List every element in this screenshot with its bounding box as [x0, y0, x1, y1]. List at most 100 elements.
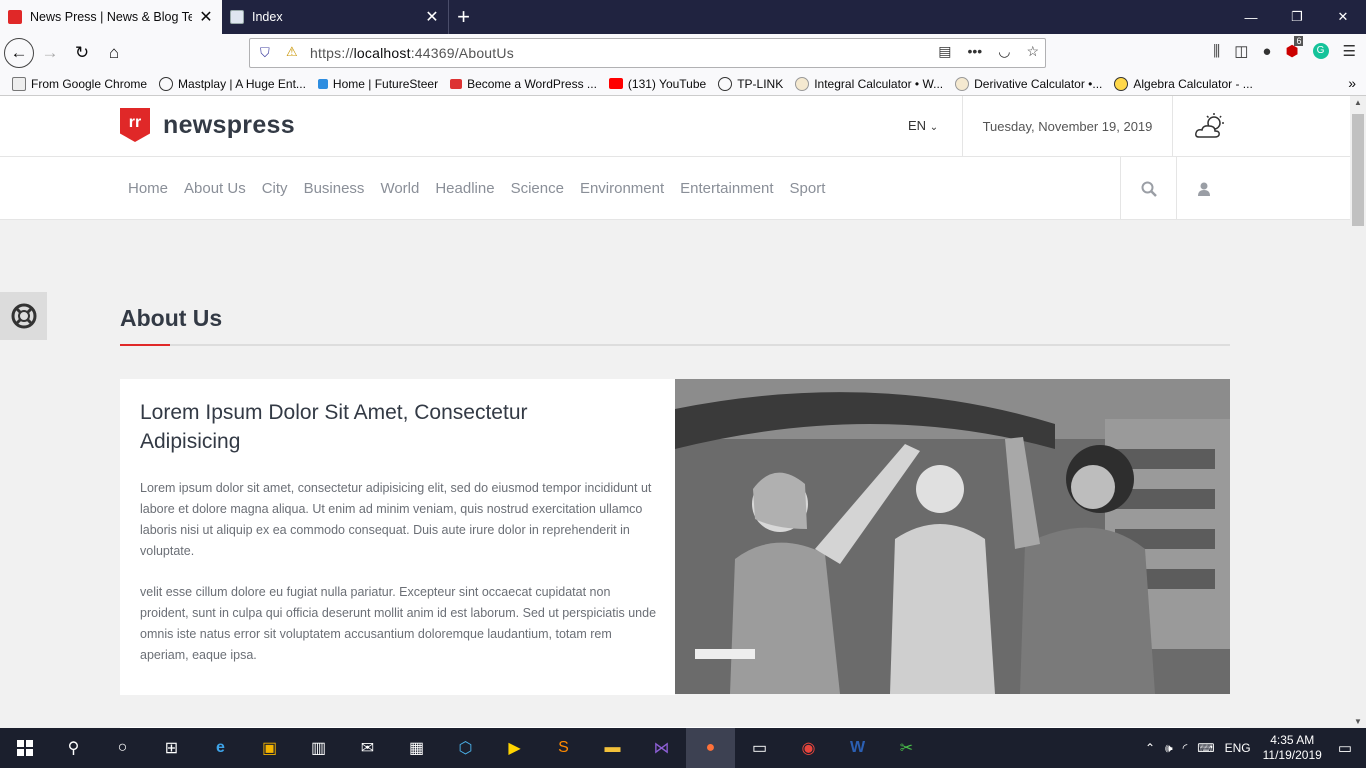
more-bookmarks-icon[interactable]: » — [1348, 75, 1356, 91]
user-button[interactable] — [1177, 157, 1231, 220]
back-button[interactable]: ← — [4, 38, 34, 68]
scroll-down-icon[interactable]: ▼ — [1354, 717, 1362, 726]
tab-title: Index — [252, 10, 283, 24]
search-button[interactable] — [1120, 157, 1177, 220]
bookmark-item[interactable]: (131) YouTube — [608, 77, 706, 91]
adblock-icon[interactable]: ⬢ 6 — [1285, 36, 1304, 60]
clock-time: 4:35 AM — [1270, 733, 1315, 747]
chrome-icon[interactable]: ◉ — [784, 728, 833, 768]
keyboard-icon[interactable]: ⌨ — [1197, 741, 1214, 755]
nav-world[interactable]: World — [380, 180, 419, 197]
page-scrollbar[interactable]: ▲ ▼ — [1350, 96, 1366, 728]
menu-icon[interactable]: ☰ — [1343, 42, 1356, 60]
bookmark-item[interactable]: Algebra Calculator - ... — [1114, 76, 1253, 91]
nav-headline[interactable]: Headline — [435, 180, 494, 197]
minimize-button[interactable]: — — [1228, 0, 1274, 34]
about-card: Lorem Ipsum Dolor Sit Amet, Consectetur … — [120, 379, 675, 695]
sublime-icon[interactable]: S — [539, 728, 588, 768]
store-icon[interactable]: ▣ — [245, 728, 294, 768]
show-hidden-icons-icon[interactable]: ⌃ — [1145, 741, 1155, 755]
remote-desktop-icon[interactable]: ▭ — [735, 728, 784, 768]
bookmark-item[interactable]: Home | FutureSteer — [317, 77, 438, 91]
snipping-tool-icon[interactable]: ✂ — [882, 728, 931, 768]
calculator-icon — [795, 76, 810, 91]
word-icon[interactable]: W — [833, 728, 882, 768]
bookmark-item[interactable]: TP-LINK — [718, 76, 783, 91]
browser-nav-bar: ← → ↻ ⌂ ⛉ ⚠ https://localhost:44369/Abou… — [0, 34, 1366, 72]
home-button[interactable]: ⌂ — [98, 37, 130, 69]
warning-lock-icon[interactable]: ⚠ — [286, 44, 298, 60]
close-window-button[interactable]: ✕ — [1320, 0, 1366, 34]
about-heading: Lorem Ipsum Dolor Sit Amet, Consectetur … — [140, 401, 528, 453]
forward-button[interactable]: → — [34, 37, 66, 69]
site-logo[interactable]: rr newspress — [120, 108, 295, 142]
bookmark-item[interactable]: Integral Calculator • W... — [795, 76, 943, 91]
bookmark-item[interactable]: Mastplay | A Huge Ent... — [159, 76, 306, 91]
nav-entertainment[interactable]: Entertainment — [680, 180, 773, 197]
notifications-icon[interactable]: ▭ — [1338, 739, 1352, 757]
bookmark-item[interactable]: Become a WordPress ... — [450, 77, 597, 91]
tab-index[interactable]: Index ✕ — [222, 0, 448, 34]
visual-studio-icon[interactable]: ⋈ — [637, 728, 686, 768]
nav-science[interactable]: Science — [511, 180, 564, 197]
browser-tab-bar: News Press | News & Blog Temp ✕ Index ✕ … — [0, 0, 1366, 34]
bookmark-item[interactable]: Derivative Calculator •... — [955, 76, 1102, 91]
volume-icon[interactable]: 🕪 — [1165, 741, 1173, 756]
connect-icon[interactable]: ▥ — [294, 728, 343, 768]
task-view-icon[interactable]: ⊞ — [147, 728, 196, 768]
nav-environment[interactable]: Environment — [580, 180, 664, 197]
nav-city[interactable]: City — [262, 180, 288, 197]
edge-icon[interactable]: e — [196, 728, 245, 768]
calculator-app-icon[interactable]: ▦ — [392, 728, 441, 768]
nav-about-us[interactable]: About Us — [184, 180, 246, 197]
sidebar-icon[interactable]: ◫ — [1234, 42, 1248, 60]
brand-name: newspress — [163, 110, 295, 139]
input-language[interactable]: ENG — [1225, 741, 1251, 755]
logo-mark-icon: rr — [120, 108, 150, 142]
player-icon[interactable]: ▶ — [490, 728, 539, 768]
grammarly-icon[interactable]: G — [1312, 43, 1329, 59]
new-tab-button[interactable]: + — [448, 0, 478, 34]
bookmark-item[interactable]: From Google Chrome — [12, 76, 148, 91]
url-bar[interactable]: ⛉ ⚠ https://localhost:44369/AboutUs ▤ ••… — [249, 38, 1046, 68]
firefox-icon[interactable]: ● — [686, 728, 735, 768]
nav-business[interactable]: Business — [304, 180, 365, 197]
tab-newspress[interactable]: News Press | News & Blog Temp ✕ — [0, 0, 222, 34]
cortana-icon[interactable]: ○ — [98, 728, 147, 768]
nav-sport[interactable]: Sport — [790, 180, 826, 197]
3d-viewer-icon[interactable]: ⬡ — [441, 728, 490, 768]
shield-icon[interactable]: ⛉ — [260, 45, 270, 61]
system-tray: ⌃ 🕪 ◜ ⌨ ENG 4:35 AM 11/19/2019 ▭ — [1145, 728, 1366, 768]
search-taskbar-icon[interactable]: ⚲ — [49, 728, 98, 768]
taskbar-clock[interactable]: 4:35 AM 11/19/2019 — [1263, 733, 1322, 763]
wifi-icon[interactable]: ◜ — [1183, 741, 1188, 755]
algebra-icon — [1114, 76, 1129, 91]
weather-icon — [1195, 113, 1224, 138]
scrollbar-thumb[interactable] — [1352, 114, 1364, 226]
windows-logo-icon — [16, 740, 33, 756]
file-explorer-icon[interactable]: ▬ — [588, 728, 637, 768]
restore-button[interactable]: ❐ — [1274, 0, 1320, 34]
bookmarks-bar: From Google Chrome Mastplay | A Huge Ent… — [0, 72, 1366, 96]
reload-button[interactable]: ↻ — [66, 37, 98, 69]
bookmark-label: From Google Chrome — [31, 76, 148, 91]
library-icon[interactable]: ⫼ — [1213, 43, 1220, 60]
lifebuoy-icon — [11, 303, 36, 329]
start-button[interactable] — [0, 728, 49, 768]
language-selector[interactable]: EN ⌄ — [908, 118, 938, 133]
nav-home[interactable]: Home — [128, 180, 168, 197]
user-icon — [1198, 182, 1210, 196]
close-tab-icon[interactable]: ✕ — [424, 7, 440, 27]
reader-view-icon[interactable]: ▤ — [938, 43, 951, 60]
page-actions-icon[interactable]: ••• — [968, 43, 983, 60]
close-tab-icon[interactable]: ✕ — [198, 7, 214, 27]
pocket-icon[interactable]: ◡ — [998, 43, 1010, 60]
bookmark-star-icon[interactable]: ☆ — [1026, 43, 1039, 60]
header-date: Tuesday, November 19, 2019 — [962, 96, 1173, 157]
tab-title: News Press | News & Blog Temp — [30, 10, 192, 24]
mail-icon[interactable]: ✉ — [343, 728, 392, 768]
scroll-up-icon[interactable]: ▲ — [1354, 98, 1362, 107]
logo-glyph: rr — [128, 114, 142, 131]
account-icon[interactable]: ● — [1262, 43, 1271, 60]
side-widget[interactable] — [0, 292, 47, 340]
